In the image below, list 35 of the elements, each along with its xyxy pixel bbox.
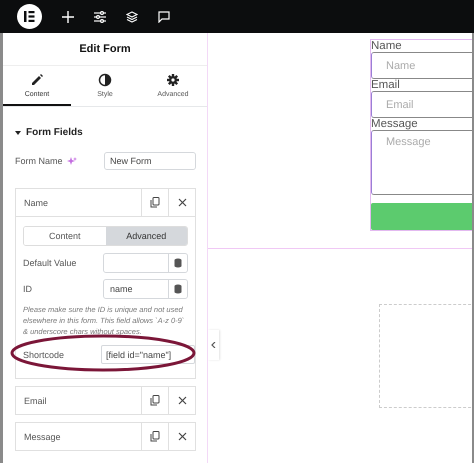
chevron-left-icon <box>211 342 216 348</box>
plus-icon[interactable] <box>62 10 74 22</box>
shortcode-field[interactable]: [field id="name"] <box>101 345 195 364</box>
field-label: Form Name <box>15 156 63 166</box>
sliders-icon[interactable] <box>94 10 106 22</box>
close-icon <box>178 432 186 441</box>
settings-icon <box>166 72 180 86</box>
input-field[interactable]: New Form <box>104 152 196 170</box>
panel-title: Edit Form <box>3 33 207 66</box>
input-field[interactable] <box>103 253 188 273</box>
control-label: ID <box>23 284 32 294</box>
input-field[interactable]: name <box>103 279 188 299</box>
sub-tab[interactable]: Advanced <box>106 227 187 245</box>
close-icon <box>178 198 186 207</box>
pencil-icon <box>30 72 44 86</box>
repeater-item-title[interactable]: Name <box>16 189 141 216</box>
database-icon <box>174 258 182 268</box>
copy-icon <box>150 395 160 406</box>
control-label: Default Value <box>23 258 76 268</box>
control-label: Shortcode <box>23 350 64 360</box>
form-label: Email <box>371 79 401 91</box>
caret-icon <box>15 130 21 134</box>
layers-icon[interactable] <box>126 10 138 22</box>
sparkle-icon <box>66 157 77 165</box>
contrast-icon <box>98 72 112 86</box>
form-label: Message <box>371 118 419 130</box>
copy-icon <box>150 431 160 442</box>
form-label: Name <box>371 40 403 52</box>
section-header[interactable]: Form Fields <box>15 127 83 138</box>
logo-icon[interactable] <box>17 4 42 29</box>
collapse-button[interactable] <box>208 330 219 360</box>
database-icon <box>174 284 182 294</box>
comment-icon[interactable] <box>158 10 170 22</box>
close-icon <box>178 396 186 405</box>
copy-icon <box>150 197 160 208</box>
